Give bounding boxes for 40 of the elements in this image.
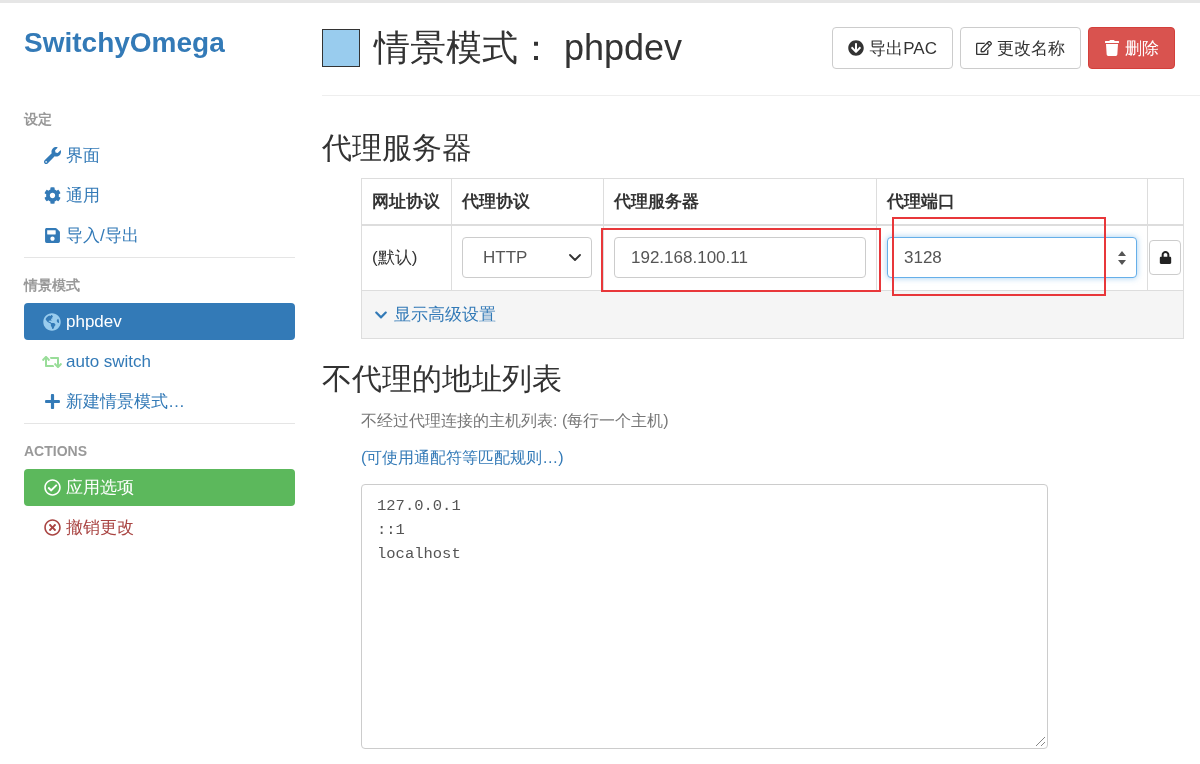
profile-nav-item[interactable]: phpdev	[24, 303, 295, 340]
bypass-list-field[interactable]: 127.0.0.1 ::1 localhost	[361, 484, 1048, 749]
port-input[interactable]: 3128	[887, 237, 1137, 279]
edit-icon	[976, 40, 992, 56]
resize-grip-icon	[1035, 736, 1045, 746]
help-text: 不经过代理连接的主机列表: (每行一个主机)	[361, 411, 669, 431]
column-header: 代理服务器	[614, 191, 699, 211]
brand-title: SwitchyOmega	[24, 26, 225, 60]
protocol-select[interactable]: HTTP	[462, 237, 592, 279]
settings-nav-item[interactable]: 界面	[24, 137, 295, 174]
profile-title: 情景模式： phpdev	[374, 27, 683, 69]
settings-nav-item[interactable]: 导入/导出	[24, 217, 295, 254]
new-profile-link[interactable]: 新建情景模式…	[24, 383, 295, 420]
wrench-icon	[43, 147, 61, 164]
plus-icon	[43, 393, 61, 410]
apply-button[interactable]: 应用选项	[24, 469, 295, 506]
toolbar-button[interactable]: 导出PAC	[832, 27, 953, 69]
advanced-settings-toggle[interactable]: 显示高级设置	[374, 303, 496, 326]
section-heading: 代理服务器	[322, 130, 472, 166]
delete-button[interactable]: 删除	[1088, 27, 1175, 69]
section-label: 设定	[24, 110, 52, 128]
section-label: ACTIONS	[24, 442, 87, 460]
section-heading: 不代理的地址列表	[322, 361, 562, 397]
table-cell: (默认)	[372, 248, 418, 268]
section-label: 情景模式	[24, 276, 80, 294]
lock-icon	[1158, 251, 1172, 265]
column-header: 网址协议	[372, 191, 440, 211]
trash-icon	[1104, 40, 1120, 56]
rules-help-link[interactable]: (可使用通配符等匹配规则…)	[361, 446, 564, 470]
discard-link[interactable]: 撤销更改	[24, 509, 295, 546]
gear-icon	[43, 187, 61, 204]
stepper-arrows-icon	[1118, 250, 1126, 265]
profile-nav-item[interactable]: auto switch	[24, 343, 295, 380]
server-input[interactable]: 192.168.100.11	[614, 237, 866, 279]
auth-button[interactable]	[1149, 240, 1181, 276]
chevron-down-icon	[569, 254, 581, 262]
settings-nav-item[interactable]: 通用	[24, 177, 295, 214]
toolbar-button[interactable]: 更改名称	[960, 27, 1081, 69]
column-header: 代理协议	[462, 191, 530, 211]
column-header: 代理端口	[887, 191, 955, 211]
